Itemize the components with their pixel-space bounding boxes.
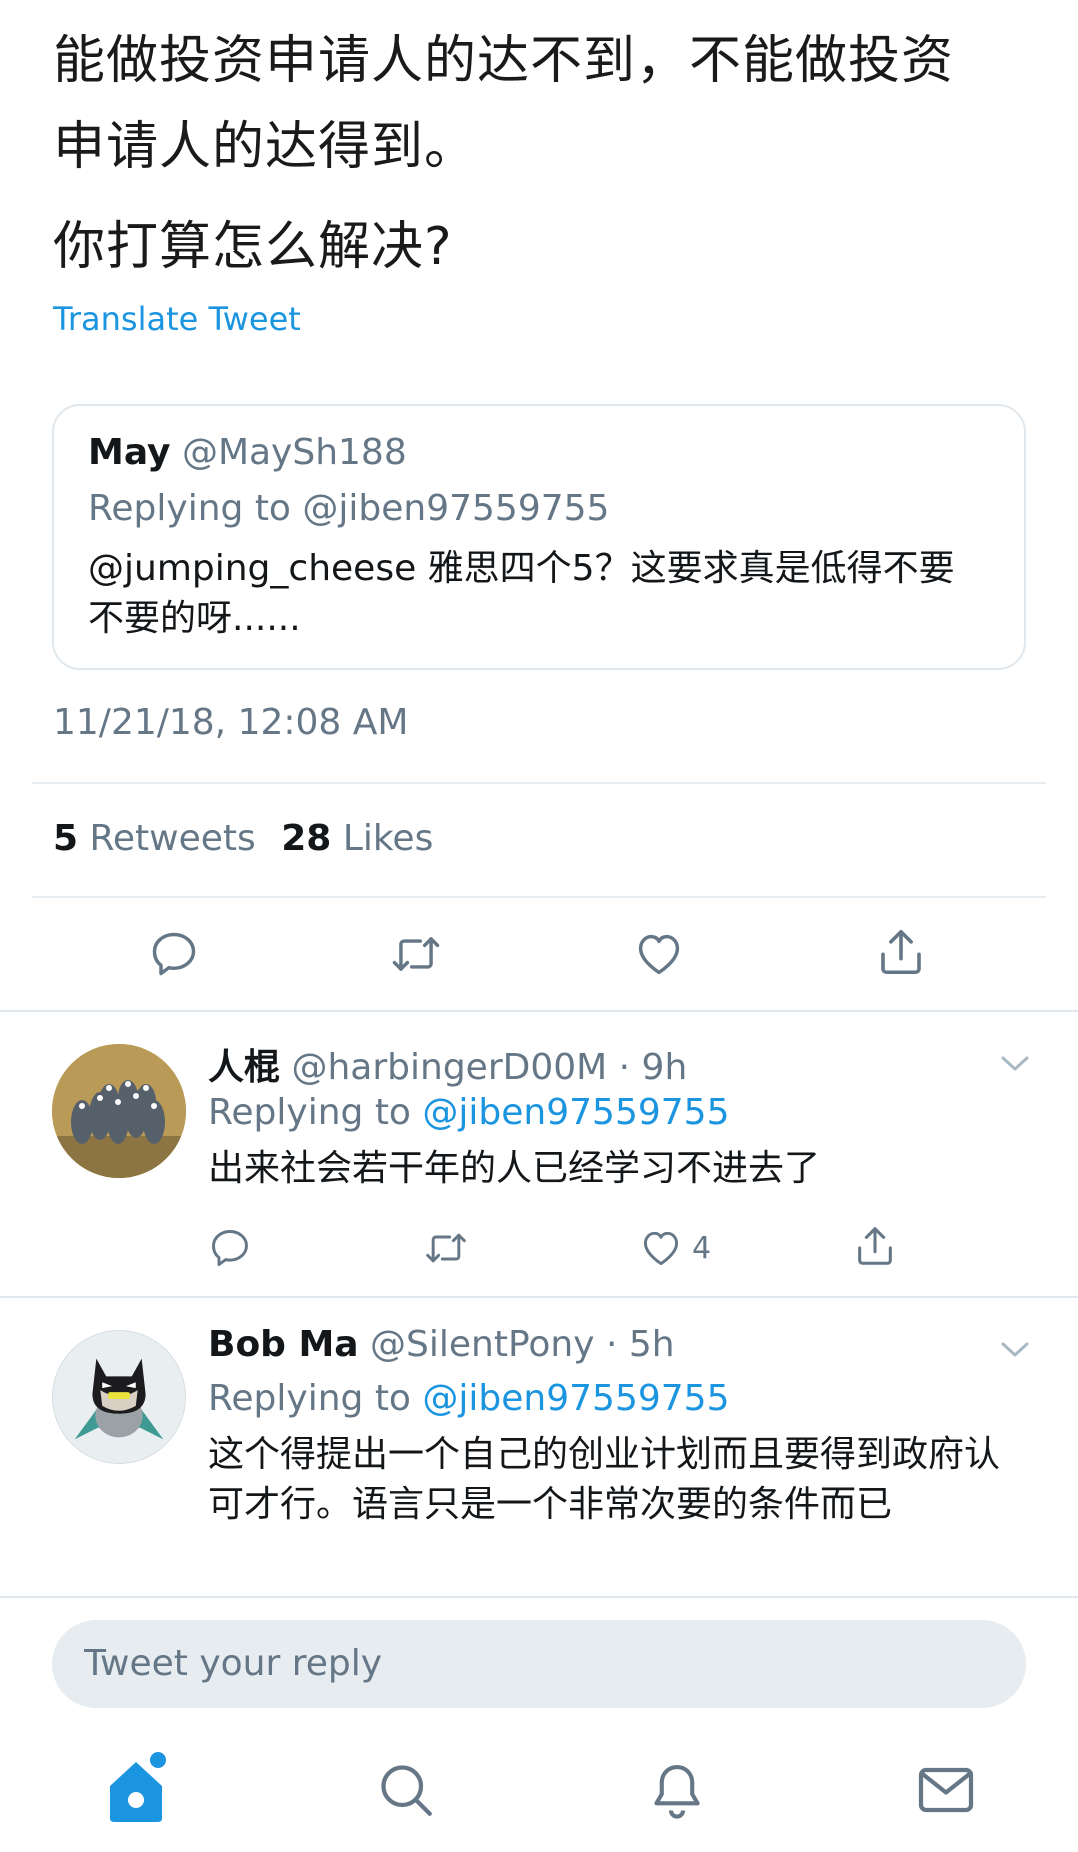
- likes-label[interactable]: Likes: [343, 818, 434, 859]
- reply-tweet[interactable]: Bob Ma @SilentPony · 5h Replying to @jib…: [0, 1298, 1078, 1596]
- quoted-author-name: May: [88, 432, 171, 473]
- share-button[interactable]: [874, 924, 928, 980]
- retweet-icon: [392, 937, 440, 971]
- reply-text: 这个得提出一个自己的创业计划而且要得到政府认可才行。语言只是一个非常次要的条件而…: [208, 1434, 1001, 1525]
- replying-prefix: Replying to: [208, 1378, 411, 1419]
- tab-messages[interactable]: [916, 1762, 976, 1822]
- avatar-image: [53, 1331, 185, 1463]
- share-icon: [858, 1227, 892, 1265]
- reply-author[interactable]: 人棍 @harbingerD00M · 9h: [208, 1038, 687, 1090]
- like-button[interactable]: 4: [638, 1226, 711, 1270]
- quoted-replying-to: Replying to @jiben97559755: [88, 488, 610, 529]
- replying-handle-link[interactable]: @jiben97559755: [422, 1092, 729, 1133]
- like-button[interactable]: [632, 928, 686, 980]
- reply-icon: [152, 932, 196, 976]
- tweet-text-question: 你打算怎么解决?: [53, 217, 453, 277]
- retweets-count[interactable]: 5: [53, 818, 78, 859]
- retweet-icon: [426, 1233, 466, 1263]
- reply-author-name: 人棍: [208, 1047, 281, 1088]
- share-icon: [881, 929, 921, 975]
- tab-home[interactable]: [104, 1748, 174, 1830]
- reply-tweet[interactable]: 人棍 @harbingerD00M · 9h Replying to @jibe…: [0, 1012, 1078, 1296]
- reply-text: 出来社会若干年的人已经学习不进去了: [208, 1148, 821, 1189]
- tab-search[interactable]: [376, 1760, 436, 1824]
- reply-button[interactable]: [208, 1226, 252, 1270]
- reply-author[interactable]: Bob Ma @SilentPony · 5h: [208, 1324, 675, 1365]
- tab-notifications[interactable]: [648, 1760, 706, 1824]
- divider: [0, 1596, 1078, 1598]
- like-icon: [638, 934, 680, 975]
- messages-icon: [918, 1767, 974, 1813]
- tweet-text: 能做投资申请人的达不到，不能做投资 申请人的达得到。 你打算怎么解决?: [53, 18, 1043, 290]
- quoted-author-handle: @MaySh188: [181, 432, 407, 473]
- bottom-tab-bar: [0, 1740, 1078, 1852]
- reply-author-handle-time: @SilentPony · 5h: [370, 1324, 675, 1365]
- like-icon: [643, 1231, 679, 1266]
- home-icon: [110, 1752, 166, 1822]
- notifications-icon: [654, 1764, 700, 1819]
- search-icon: [381, 1765, 432, 1816]
- divider: [32, 896, 1046, 898]
- reply-replying-to: Replying to @jiben97559755: [208, 1378, 729, 1419]
- avatar[interactable]: [52, 1044, 186, 1178]
- likes-count[interactable]: 28: [281, 818, 331, 859]
- tweet-actions: [0, 914, 1078, 994]
- replying-handle-link[interactable]: @jiben97559755: [422, 1378, 729, 1419]
- replying-prefix: Replying to: [208, 1092, 411, 1133]
- quoted-author: May @MaySh188: [88, 432, 407, 473]
- retweet-button[interactable]: [388, 928, 444, 980]
- reply-author-handle-time: @harbingerD00M · 9h: [291, 1047, 688, 1088]
- tweet-text-line1: 能做投资申请人的达不到，不能做投资: [53, 31, 955, 91]
- translate-tweet-link[interactable]: Translate Tweet: [53, 300, 301, 338]
- chevron-down-icon[interactable]: [998, 1052, 1032, 1076]
- tweet-stats: 5 Retweets 28 Likes: [53, 818, 433, 859]
- tweet-timestamp: 11/21/18, 12:08 AM: [53, 702, 409, 743]
- reply-button[interactable]: [148, 928, 200, 980]
- like-count: 4: [692, 1230, 712, 1266]
- share-button[interactable]: [852, 1222, 898, 1270]
- chevron-down-icon[interactable]: [998, 1338, 1032, 1362]
- reply-icon: [212, 1230, 248, 1266]
- tweet-text-line2: 申请人的达得到。: [53, 117, 478, 177]
- quoted-text: @jumping_cheese 雅思四个5？这要求真是低得不要不要的呀.....…: [88, 548, 955, 639]
- quoted-tweet-card[interactable]: May @MaySh188 Replying to @jiben97559755…: [52, 404, 1026, 670]
- avatar[interactable]: [52, 1330, 186, 1464]
- divider: [32, 782, 1046, 784]
- retweet-button[interactable]: [422, 1226, 470, 1270]
- reply-author-name: Bob Ma: [208, 1324, 359, 1365]
- avatar-image: [52, 1044, 186, 1178]
- tweet-reply-input[interactable]: [52, 1620, 1026, 1708]
- retweets-label[interactable]: Retweets: [90, 818, 256, 859]
- reply-replying-to: Replying to @jiben97559755: [208, 1092, 729, 1133]
